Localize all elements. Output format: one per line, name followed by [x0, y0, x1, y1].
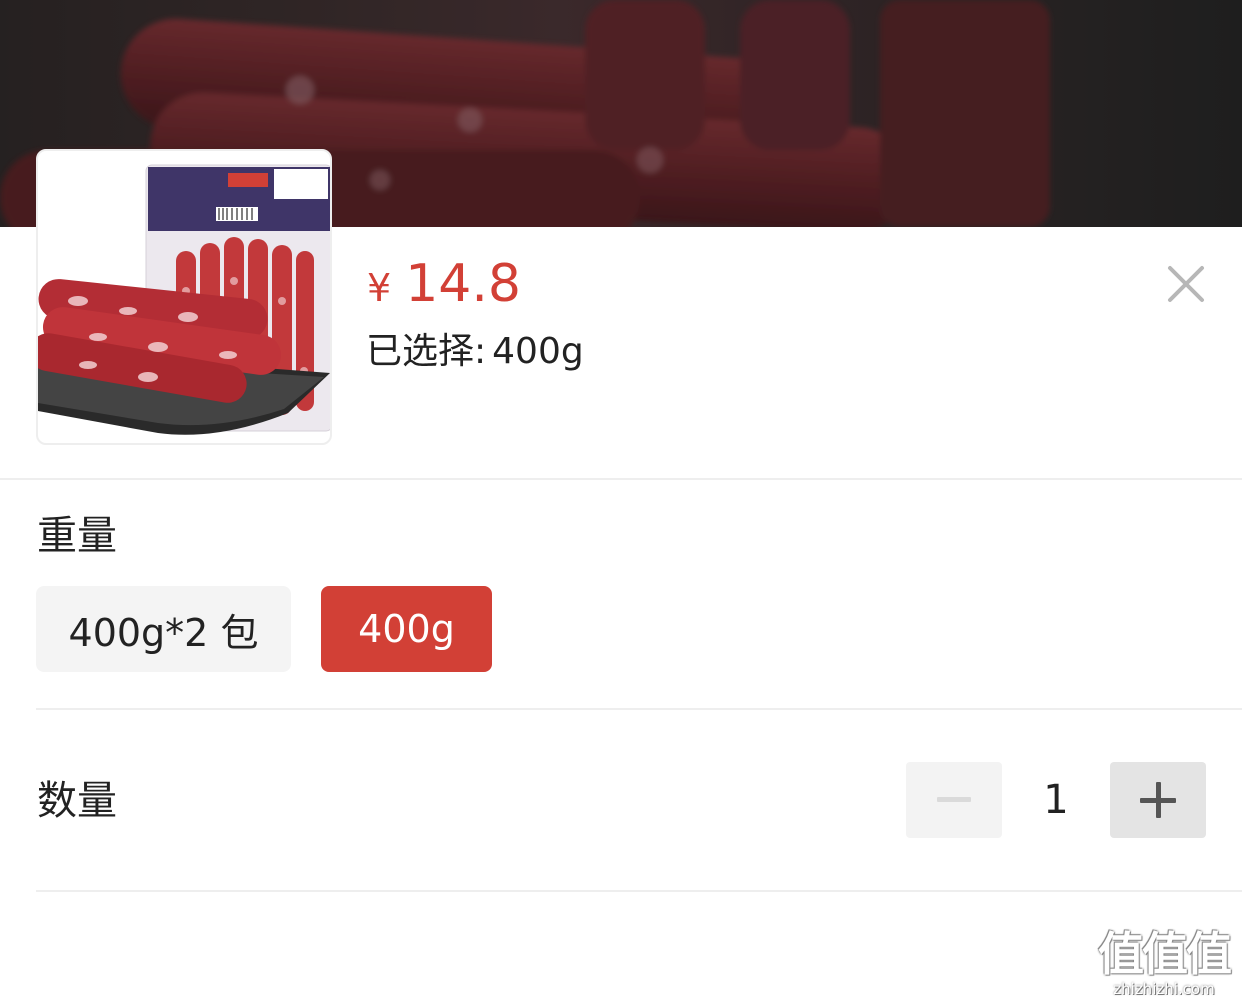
- selected-value: 400g: [492, 331, 584, 372]
- option-label: 400g: [358, 607, 455, 651]
- watermark-url: zhizhizhi.com: [1113, 980, 1215, 998]
- option-400g[interactable]: 400g: [321, 586, 492, 672]
- selected-spec: 已选择: 400g: [366, 328, 584, 376]
- watermark-glyphs: 值值值: [1098, 927, 1232, 981]
- plus-icon: [1140, 782, 1176, 818]
- product-thumbnail: [36, 149, 332, 445]
- close-button[interactable]: [1160, 258, 1212, 310]
- decrease-quantity-button[interactable]: [906, 762, 1002, 838]
- increase-quantity-button[interactable]: [1110, 762, 1206, 838]
- minus-icon: [937, 797, 971, 802]
- header-divider: [0, 478, 1242, 480]
- selected-label: 已选择: [366, 331, 475, 372]
- option-400g-x2[interactable]: 400g*2 包: [36, 586, 291, 672]
- selected-colon: :: [474, 331, 487, 372]
- site-watermark: 值值值 zhizhizhi.com: [1092, 928, 1236, 1000]
- weight-divider: [36, 708, 1242, 710]
- quantity-divider: [36, 890, 1242, 892]
- product-price: ¥14.8: [367, 252, 521, 320]
- quantity-value: 1: [1043, 777, 1069, 823]
- weight-section-title: 重量: [37, 513, 117, 559]
- sausage-product-photo-icon: [38, 164, 330, 435]
- price-value: 14.8: [405, 254, 521, 314]
- quantity-section-title: 数量: [37, 778, 117, 824]
- price-currency: ¥: [367, 266, 392, 310]
- option-label: 400g*2 包: [68, 610, 259, 655]
- close-icon: [1168, 266, 1204, 302]
